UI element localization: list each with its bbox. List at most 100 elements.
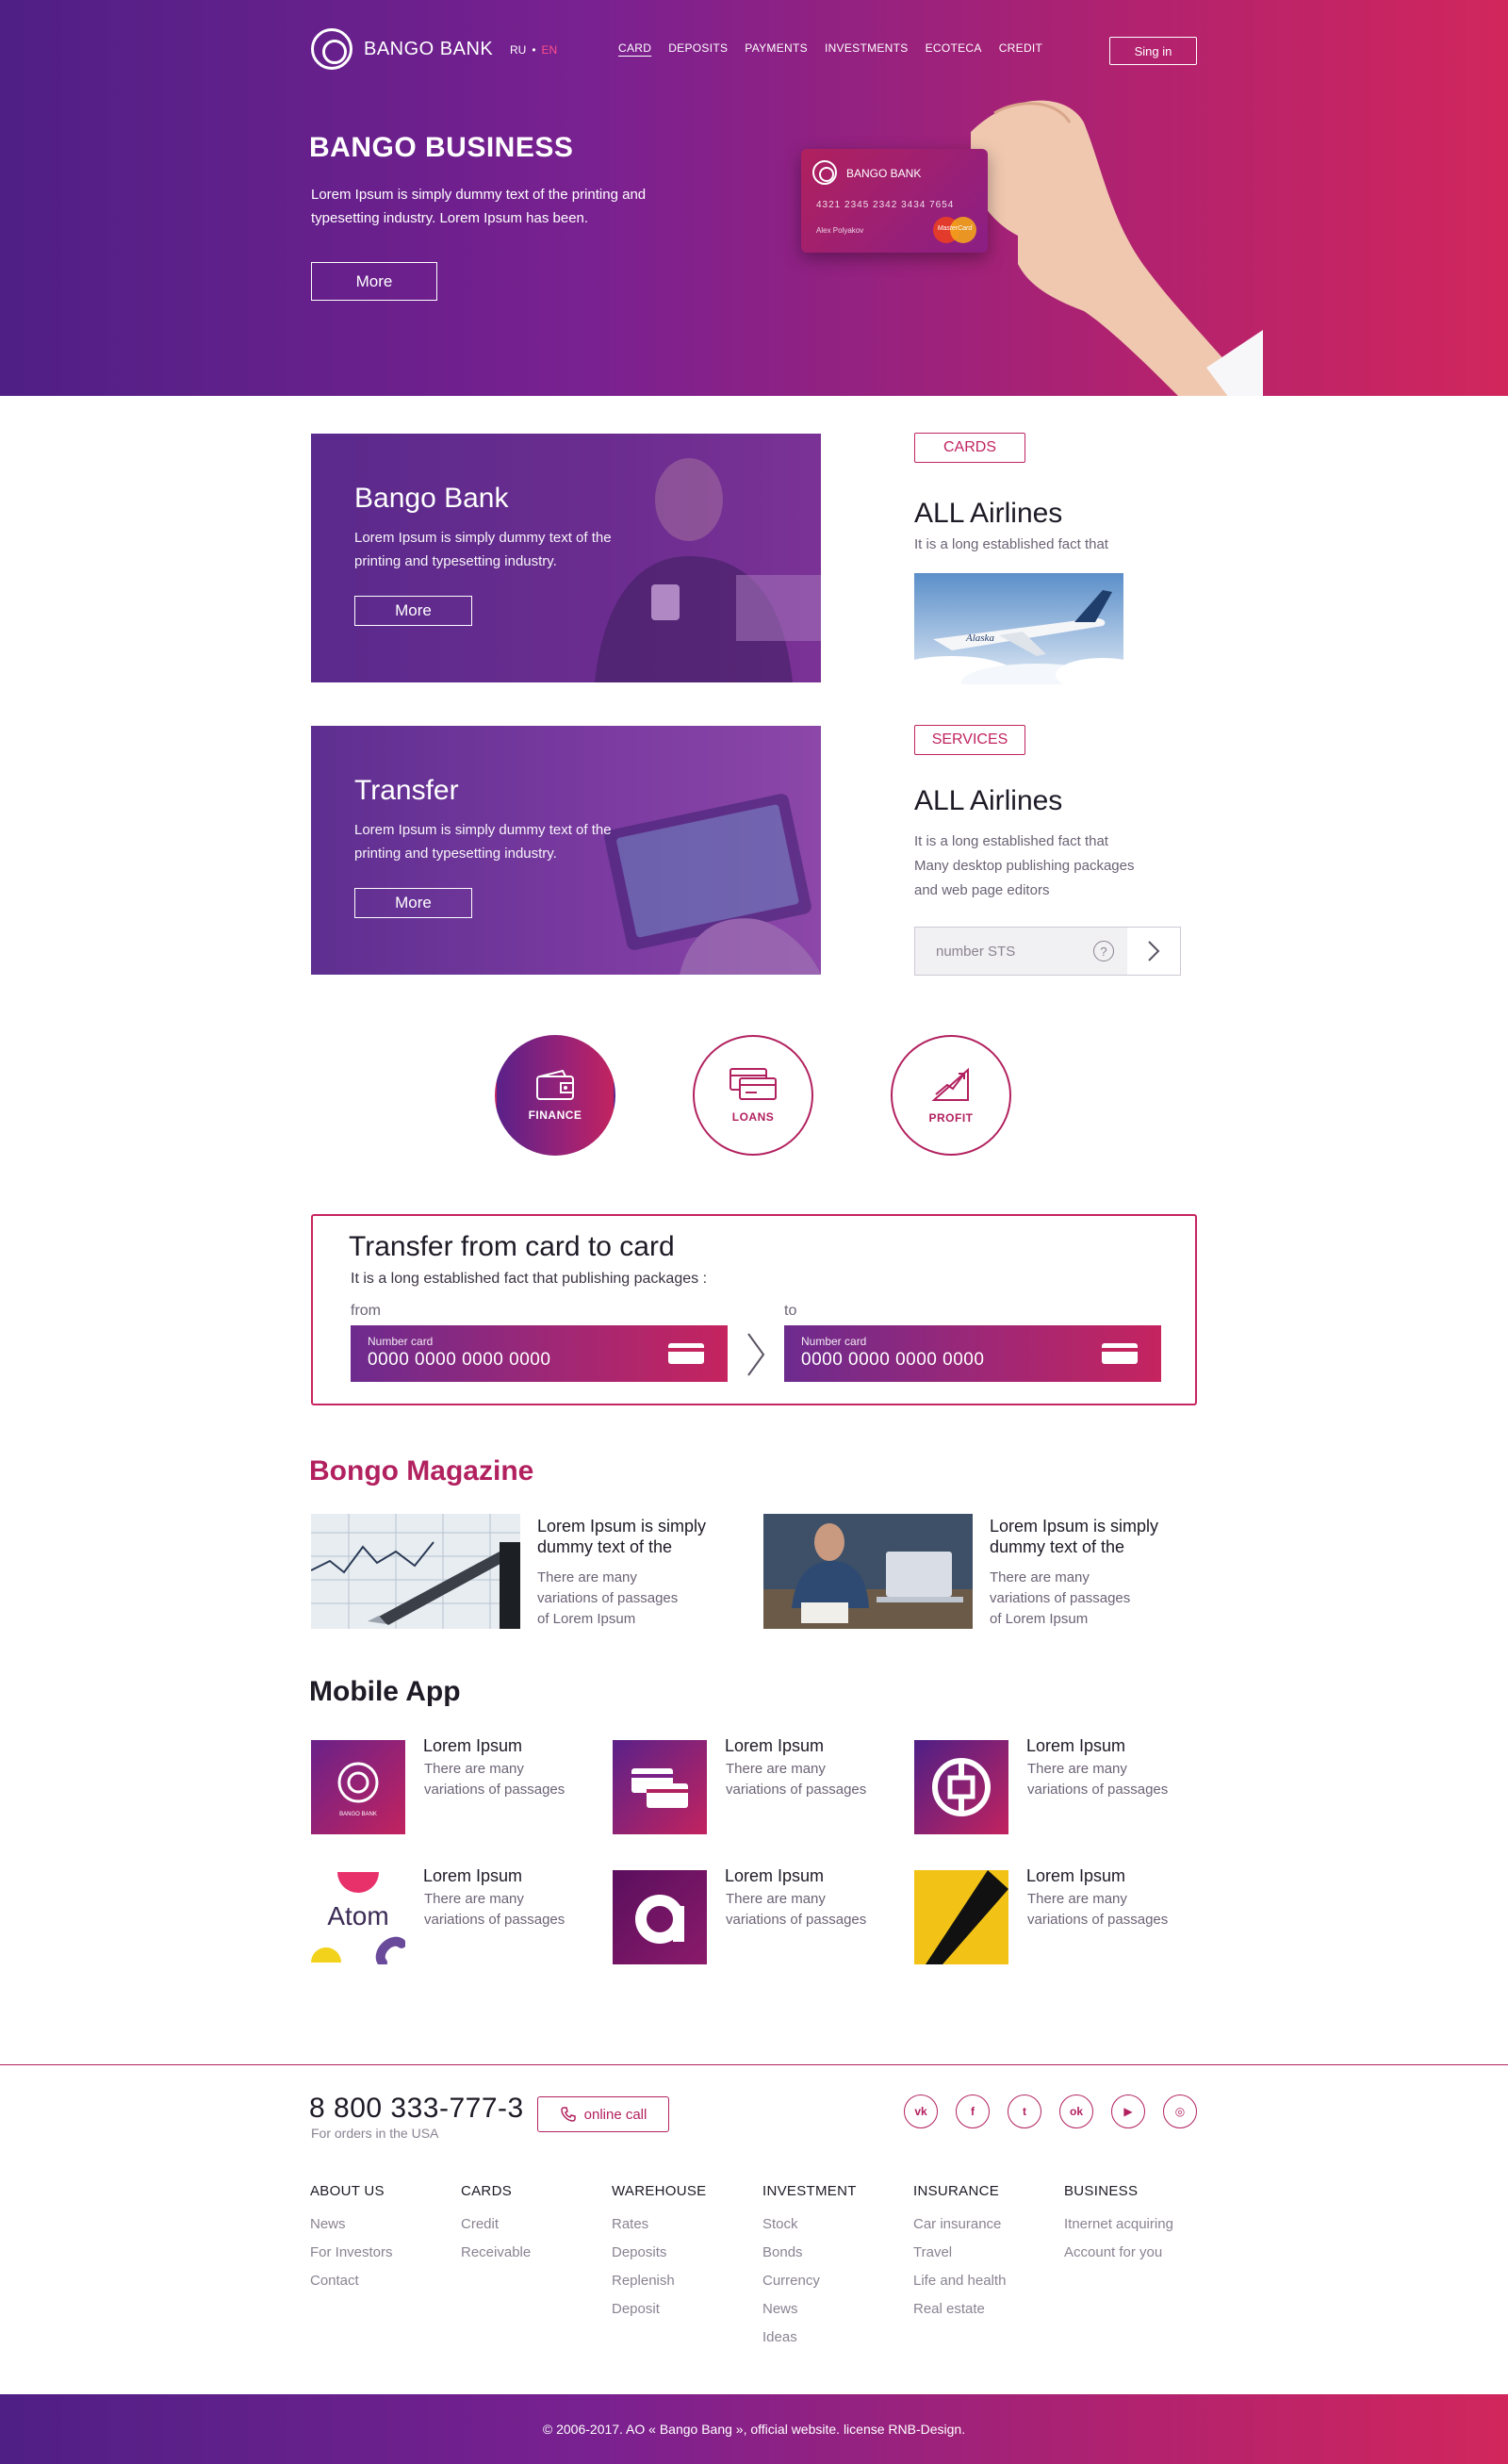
- footer-link[interactable]: Travel: [913, 2239, 1006, 2267]
- footer-link[interactable]: Contact: [310, 2267, 393, 2295]
- vk-icon[interactable]: vk: [904, 2094, 938, 2128]
- cards-app-icon[interactable]: [613, 1740, 707, 1834]
- footer-link[interactable]: Account for you: [1064, 2239, 1173, 2267]
- app-desc-line: variations of passages: [726, 1782, 867, 1798]
- app-desc-line: There are many: [726, 1761, 826, 1777]
- footer-link[interactable]: Life and health: [913, 2267, 1006, 2295]
- article-heading[interactable]: Lorem Ipsum is simply dummy text of the: [990, 1516, 1178, 1557]
- nav-card[interactable]: CARD: [618, 41, 651, 55]
- category-finance[interactable]: FINANCE: [495, 1035, 615, 1156]
- services-tag-button[interactable]: SERVICES: [914, 725, 1025, 755]
- youtube-icon[interactable]: ▶: [1111, 2094, 1145, 2128]
- app-name[interactable]: Lorem Ipsum: [423, 1736, 522, 1756]
- to-card-input[interactable]: Number card 0000 0000 0000 0000: [784, 1325, 1161, 1382]
- hero-text: Lorem Ipsum is simply dummy text of the …: [311, 187, 647, 226]
- lang-en[interactable]: EN: [542, 43, 558, 57]
- app-desc-line: There are many: [424, 1761, 524, 1777]
- app-name[interactable]: Lorem Ipsum: [725, 1736, 824, 1756]
- footer-link[interactable]: News: [762, 2295, 857, 2324]
- app-name[interactable]: Lorem Ipsum: [1026, 1736, 1125, 1756]
- promo-bango-bank: Bango Bank Lorem Ipsum is simply dummy t…: [311, 434, 821, 682]
- footer-link[interactable]: Itnernet acquiring: [1064, 2210, 1173, 2239]
- app-desc-line: There are many: [1027, 1891, 1127, 1907]
- transfer-title: Transfer from card to card: [349, 1231, 675, 1262]
- footer-link[interactable]: Deposits: [612, 2239, 707, 2267]
- yellow-black-app-icon[interactable]: [914, 1870, 1008, 1964]
- sts-number-input[interactable]: number STS ?: [915, 928, 1127, 975]
- footer-link[interactable]: Currency: [762, 2267, 857, 2295]
- nav-payments[interactable]: PAYMENTS: [745, 41, 808, 55]
- field-label: Number card: [368, 1335, 434, 1348]
- footer-link[interactable]: For Investors: [310, 2239, 393, 2267]
- app-desc-line: variations of passages: [1027, 1782, 1169, 1798]
- footer-column-warehouse: WAREHOUSE Rates Deposits Replenish Depos…: [612, 2183, 707, 2324]
- footer-heading: INVESTMENT: [762, 2183, 857, 2199]
- bank-of-china-app-icon[interactable]: [914, 1740, 1008, 1834]
- sts-submit-button[interactable]: [1127, 928, 1180, 975]
- footer-divider: [0, 2064, 1508, 2065]
- footer-link[interactable]: Deposit: [612, 2295, 707, 2324]
- app-description: There are many variations of passages: [726, 1889, 886, 1930]
- odnoklassniki-icon[interactable]: ok: [1059, 2094, 1093, 2128]
- cards-tag-button[interactable]: CARDS: [914, 433, 1025, 463]
- field-value: 0000 0000 0000 0000: [801, 1350, 985, 1370]
- footer-link[interactable]: Rates: [612, 2210, 707, 2239]
- magazine-title: Bongo Magazine: [309, 1455, 534, 1487]
- phone-number[interactable]: 8 800 333-777-3: [309, 2093, 524, 2125]
- promo-more-button[interactable]: More: [354, 888, 472, 918]
- chevron-right-icon: [1148, 941, 1160, 961]
- from-card-input[interactable]: Number card 0000 0000 0000 0000: [351, 1325, 728, 1382]
- category-profit[interactable]: PROFIT: [891, 1035, 1011, 1156]
- signin-button[interactable]: Sing in: [1109, 37, 1197, 65]
- card-number: 4321 2345 2342 3434 7654: [816, 200, 955, 210]
- nav-credit[interactable]: CREDIT: [999, 41, 1042, 55]
- bank-logo[interactable]: BANGO BANK: [311, 28, 493, 70]
- nav-investments[interactable]: INVESTMENTS: [825, 41, 909, 55]
- footer-link[interactable]: Ideas: [762, 2324, 857, 2352]
- app-name[interactable]: Lorem Ipsum: [423, 1866, 522, 1886]
- a-letter-app-icon[interactable]: [613, 1870, 707, 1964]
- article-image-man-laptop[interactable]: [763, 1514, 973, 1629]
- field-value: 0000 0000 0000 0000: [368, 1350, 551, 1370]
- footer-heading: CARDS: [461, 2183, 513, 2199]
- lang-separator: •: [532, 43, 536, 57]
- footer-link[interactable]: Receivable: [461, 2239, 531, 2267]
- nav-deposits[interactable]: DEPOSITS: [668, 41, 728, 55]
- footer-heading: WAREHOUSE: [612, 2183, 707, 2199]
- footer-link[interactable]: Car insurance: [913, 2210, 1006, 2239]
- card-holder: Alex Polyakov: [816, 226, 864, 235]
- category-loans[interactable]: LOANS: [693, 1035, 813, 1156]
- sts-placeholder: number STS: [936, 943, 1016, 960]
- article-text: There are many variations of passages of…: [990, 1568, 1159, 1630]
- facebook-icon[interactable]: f: [956, 2094, 990, 2128]
- app-description: There are many variations of passages: [424, 1889, 584, 1930]
- instagram-icon[interactable]: ◎: [1163, 2094, 1197, 2128]
- footer-link[interactable]: Replenish: [612, 2267, 707, 2295]
- svg-text:Atom: Atom: [327, 1901, 388, 1930]
- hero-more-button[interactable]: More: [311, 262, 437, 301]
- online-call-button[interactable]: online call: [537, 2096, 669, 2132]
- phone-icon: [560, 2107, 576, 2122]
- hero-title: BANGO BUSINESS: [309, 132, 574, 163]
- atom-app-icon[interactable]: Atom: [311, 1870, 405, 1964]
- bango-bank-app-icon[interactable]: BANGO BANK: [311, 1740, 405, 1834]
- app-name[interactable]: Lorem Ipsum: [1026, 1866, 1125, 1886]
- nav-ecoteca[interactable]: ECOTECA: [926, 41, 982, 55]
- promo-more-button[interactable]: More: [354, 596, 472, 626]
- article-heading[interactable]: Lorem Ipsum is simply dummy text of the: [537, 1516, 726, 1557]
- footer-link[interactable]: Credit: [461, 2210, 531, 2239]
- services-text-line: Many desktop publishing packages: [914, 858, 1135, 874]
- arrow-right-icon: [747, 1333, 765, 1376]
- cards-text: It is a long established fact that: [914, 536, 1108, 552]
- footer-link[interactable]: Real estate: [913, 2295, 1006, 2324]
- footer-link[interactable]: Stock: [762, 2210, 857, 2239]
- lang-ru[interactable]: RU: [510, 43, 526, 57]
- app-name[interactable]: Lorem Ipsum: [725, 1866, 824, 1886]
- help-icon[interactable]: ?: [1093, 941, 1114, 961]
- footer-link[interactable]: Bonds: [762, 2239, 857, 2267]
- footer-link[interactable]: News: [310, 2210, 393, 2239]
- twitter-icon[interactable]: t: [1008, 2094, 1041, 2128]
- article-image-pen-chart[interactable]: [311, 1514, 520, 1629]
- app-desc-line: There are many: [726, 1891, 826, 1907]
- card-bank-name: BANGO BANK: [846, 167, 922, 180]
